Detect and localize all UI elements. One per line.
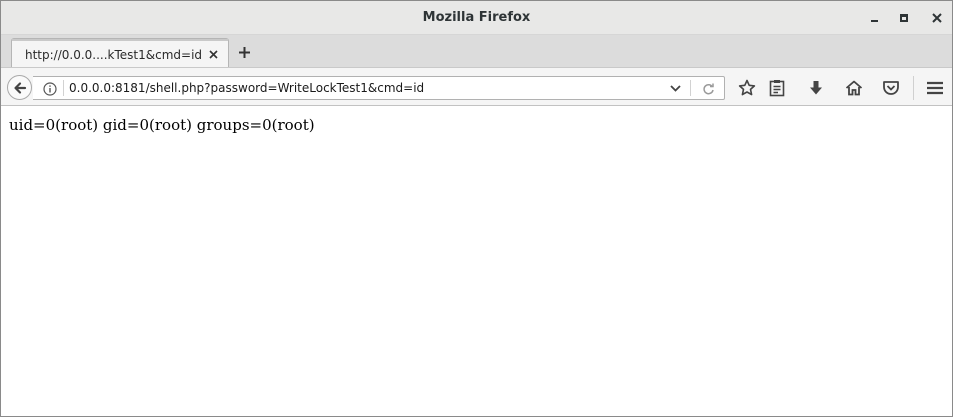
tab-label: http://0.0.0....kTest1&cmd=id [25,48,203,62]
url-separator [690,80,691,96]
menu-button[interactable] [924,77,946,99]
info-icon [42,81,57,96]
menu-icon [927,81,943,95]
toolbar-separator [913,76,914,100]
home-button[interactable] [843,77,865,99]
close-button[interactable] [927,8,947,28]
tab-active[interactable]: http://0.0.0....kTest1&cmd=id [11,38,229,68]
command-output: uid=0(root) gid=0(root) groups=0(root) [9,116,315,134]
download-icon [810,81,822,95]
maximize-button[interactable] [894,8,914,28]
url-separator [63,80,64,96]
close-icon [208,49,218,59]
reading-list-icon [769,80,785,97]
home-icon [845,80,863,96]
minimize-button[interactable] [864,8,884,28]
back-icon [13,81,26,94]
pocket-icon [883,81,899,95]
bookmark-star-icon [738,79,756,96]
bookmark-button[interactable] [736,77,758,99]
tab-highlight [12,39,228,41]
window-title: Mozilla Firefox [422,10,531,25]
url-bar[interactable]: 0.0.0.0:8181/shell.php?password=WriteLoc… [33,76,725,100]
site-info-button[interactable] [42,81,57,96]
url-input[interactable]: 0.0.0.0:8181/shell.php?password=WriteLoc… [69,81,669,95]
new-tab-button[interactable] [233,41,255,63]
page-content: uid=0(root) gid=0(root) groups=0(root) [1,107,952,416]
url-dropdown-button[interactable] [667,80,683,96]
browser-window: Mozilla Firefox http://0.0.0....kTest1&c… [0,0,953,417]
dropdown-icon [669,84,681,92]
minimize-icon [870,14,878,22]
close-icon [932,13,942,23]
plus-icon [238,46,250,58]
reload-icon [702,83,714,94]
tab-strip: http://0.0.0....kTest1&cmd=id [1,35,952,68]
reload-button[interactable] [699,80,717,98]
back-button[interactable] [7,75,32,100]
navigation-bar: 0.0.0.0:8181/shell.php?password=WriteLoc… [1,67,952,106]
pocket-button[interactable] [880,77,902,99]
title-bar: Mozilla Firefox [1,1,952,35]
downloads-button[interactable] [805,77,827,99]
reading-list-button[interactable] [766,77,788,99]
tab-close-button[interactable] [205,46,221,62]
maximize-icon [900,14,908,22]
